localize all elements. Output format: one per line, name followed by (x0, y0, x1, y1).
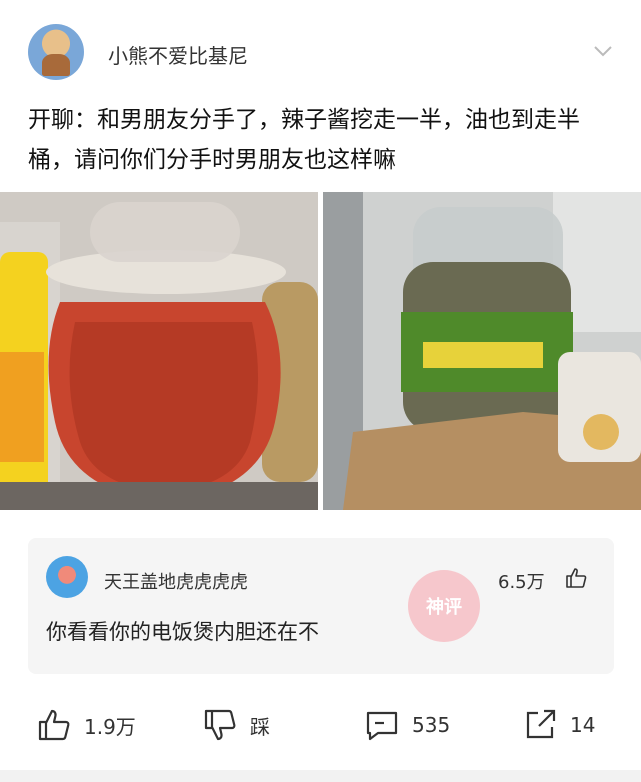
avatar[interactable] (28, 24, 84, 80)
thumbs-down-icon (204, 709, 236, 741)
post-username[interactable]: 小熊不爱比基尼 (108, 40, 248, 69)
comment-icon (366, 711, 398, 741)
comment-text: 你看看你的电饭煲内胆还在不 (46, 620, 319, 644)
comment-username[interactable]: 天王盖地虎虎虎虎 (104, 568, 248, 594)
comment-like-count: 6.5万 (498, 572, 545, 593)
thumbs-up-icon (38, 709, 70, 741)
photo-chili-jar[interactable] (0, 192, 318, 510)
dislike-label: 踩 (250, 714, 270, 739)
comment-count: 535 (412, 713, 451, 737)
chevron-down-icon[interactable] (592, 40, 614, 62)
post-photos (0, 192, 641, 510)
like-button[interactable]: 1.9万 (36, 700, 136, 750)
like-count: 1.9万 (84, 714, 136, 739)
action-bar: 1.9万 踩 535 14 (0, 700, 641, 750)
share-count: 14 (570, 713, 596, 737)
thumbs-up-icon[interactable] (564, 566, 588, 590)
dislike-button[interactable]: 踩 (202, 700, 270, 750)
top-comment[interactable]: 天王盖地虎虎虎虎 神评 6.5万 你看看你的电饭煲内胆还在不 (28, 538, 614, 674)
comment-button[interactable]: 535 (364, 700, 450, 750)
divider (0, 770, 641, 782)
avatar[interactable] (46, 556, 88, 598)
post-header: 小熊不爱比基尼 (0, 0, 641, 92)
top-comment-stamp: 神评 (408, 570, 480, 642)
share-button[interactable]: 14 (522, 700, 595, 750)
post-text: 开聊：和男朋友分手了，辣子酱挖走一半，油也到走半桶，请问你们分手时男朋友也这样嘛 (28, 107, 580, 173)
share-icon (526, 709, 556, 739)
photo-oil-bucket[interactable] (323, 192, 641, 510)
stamp-label: 神评 (426, 597, 462, 618)
